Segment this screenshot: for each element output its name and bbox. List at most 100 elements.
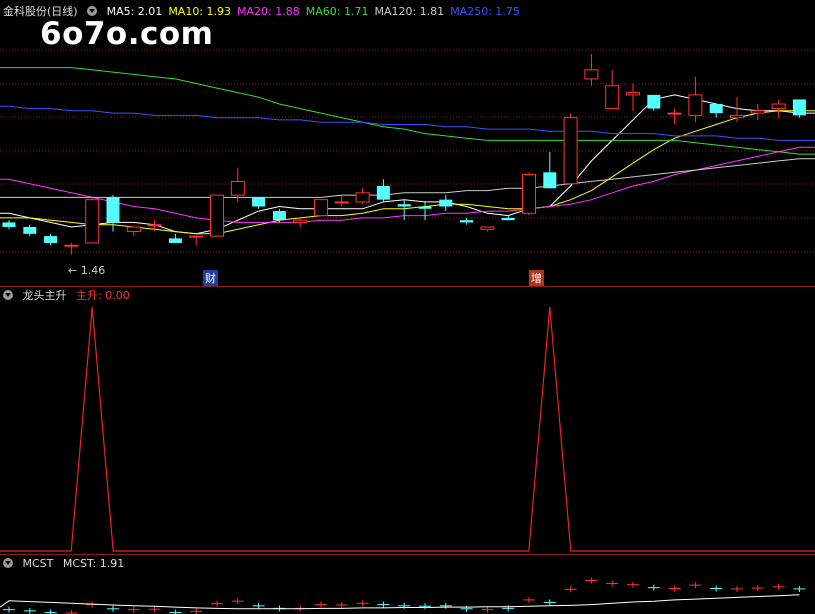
candle-body bbox=[106, 197, 120, 223]
candle-body bbox=[605, 85, 620, 110]
candle-body bbox=[584, 69, 599, 80]
mcst-line bbox=[0, 594, 800, 610]
candle bbox=[44, 233, 58, 246]
candle-body bbox=[792, 99, 806, 116]
candle-body bbox=[2, 222, 16, 227]
candle bbox=[771, 99, 786, 118]
candle-body bbox=[272, 211, 286, 221]
ma-label: MA250: 1.75 bbox=[450, 5, 520, 18]
mcst-header: MCST MCST: 1.91 bbox=[3, 557, 130, 571]
candle-body bbox=[771, 103, 786, 110]
event-marker-finance[interactable]: 财 bbox=[203, 270, 218, 286]
candle-body bbox=[355, 192, 370, 203]
candle bbox=[730, 97, 744, 123]
ma-label: MA20: 1.88 bbox=[237, 5, 300, 18]
candle-body bbox=[750, 110, 765, 114]
ma-label: MA60: 1.71 bbox=[305, 5, 369, 18]
candle bbox=[605, 69, 620, 110]
candle bbox=[418, 201, 432, 221]
candle bbox=[460, 217, 474, 225]
candle-body bbox=[626, 92, 640, 96]
candle bbox=[334, 195, 349, 207]
candle-body bbox=[709, 104, 723, 114]
low-price-value: 1.46 bbox=[80, 264, 106, 277]
candle bbox=[168, 233, 182, 243]
candle bbox=[626, 83, 640, 111]
candle-body bbox=[85, 199, 100, 244]
candle bbox=[376, 179, 390, 202]
candle-body bbox=[252, 197, 266, 207]
candle bbox=[584, 53, 599, 86]
candle-body bbox=[480, 226, 495, 230]
candle bbox=[647, 94, 661, 111]
candle bbox=[522, 172, 536, 216]
candle-body bbox=[23, 227, 37, 234]
candle bbox=[709, 104, 723, 118]
collapse-caret-icon[interactable] bbox=[3, 558, 13, 568]
candle-body bbox=[334, 201, 349, 204]
candle-body bbox=[647, 94, 661, 109]
candle bbox=[64, 242, 79, 255]
candle bbox=[23, 224, 37, 237]
candle-body bbox=[376, 186, 390, 200]
candle-body bbox=[501, 217, 515, 221]
candle-body bbox=[397, 204, 411, 207]
candle-body bbox=[44, 236, 58, 243]
candle-body bbox=[64, 244, 79, 247]
event-marker-increase[interactable]: 增 bbox=[529, 270, 544, 286]
indicator-title: 龙头主升 bbox=[22, 289, 67, 302]
candle bbox=[106, 195, 120, 232]
collapse-caret-icon[interactable] bbox=[3, 290, 13, 300]
candle bbox=[480, 226, 495, 232]
candle bbox=[189, 235, 204, 246]
candle bbox=[750, 104, 765, 120]
collapse-caret-icon[interactable] bbox=[87, 6, 98, 16]
signal-line bbox=[0, 306, 815, 552]
candle-body bbox=[543, 172, 557, 189]
price-panel[interactable]: 金科股份(日线) MA5: 2.01 MA10: 1.93 MA20: 1.88 MA… bbox=[0, 0, 815, 286]
candle-body bbox=[563, 117, 578, 185]
candle bbox=[272, 208, 286, 223]
mcst-panel[interactable]: MCST MCST: 1.91 bbox=[0, 555, 815, 614]
candle bbox=[501, 215, 515, 221]
candle bbox=[667, 108, 682, 125]
watermark: 6o7o.com bbox=[40, 16, 214, 52]
ma-line-ma20 bbox=[0, 146, 815, 223]
candle bbox=[126, 226, 141, 237]
candle-body bbox=[667, 112, 682, 115]
indicator-panel[interactable]: 龙头主升 主升: 0.00 bbox=[0, 287, 815, 554]
candle bbox=[563, 113, 578, 185]
indicator-header: 龙头主升 主升: 0.00 bbox=[3, 289, 136, 303]
mcst-value: MCST: 1.91 bbox=[62, 557, 125, 570]
candle-body bbox=[730, 114, 744, 119]
candle bbox=[792, 99, 806, 118]
candle bbox=[293, 217, 308, 227]
candle-body bbox=[688, 94, 703, 116]
candle-body bbox=[293, 219, 308, 223]
signal-chart[interactable] bbox=[0, 287, 815, 554]
indicator-value: 主升: 0.00 bbox=[76, 289, 130, 302]
candle bbox=[543, 151, 557, 189]
candle bbox=[210, 194, 224, 237]
candle bbox=[85, 197, 100, 244]
low-price-annotation: ← 1.46 bbox=[68, 264, 106, 277]
candle bbox=[397, 199, 411, 221]
candle-body bbox=[460, 220, 474, 223]
candle-body bbox=[522, 174, 536, 214]
ma-line-ma120 bbox=[0, 158, 815, 198]
candle bbox=[2, 220, 16, 230]
candle-body bbox=[314, 199, 328, 217]
mcst-title: MCST bbox=[22, 557, 54, 570]
candle-body bbox=[230, 180, 245, 196]
candle bbox=[252, 197, 266, 209]
candle-body bbox=[168, 238, 182, 243]
candle bbox=[439, 195, 453, 212]
candle-body bbox=[439, 199, 453, 207]
candle-body bbox=[147, 224, 162, 227]
candle-body bbox=[126, 226, 141, 233]
ma-label: MA120: 1.81 bbox=[374, 5, 445, 18]
candle-body bbox=[189, 235, 204, 238]
candle bbox=[230, 167, 245, 202]
candle-body bbox=[418, 206, 432, 209]
candle-body bbox=[210, 194, 224, 237]
